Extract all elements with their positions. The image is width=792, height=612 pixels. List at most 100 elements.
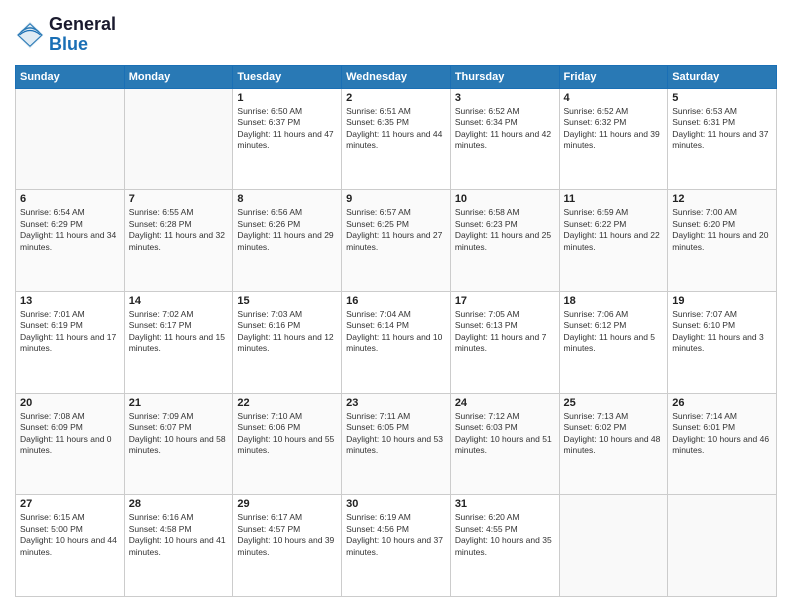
day-number: 21 bbox=[129, 397, 229, 409]
cell-info: Sunrise: 6:54 AM Sunset: 6:29 PM Dayligh… bbox=[20, 207, 120, 253]
calendar-cell: 15 Sunrise: 7:03 AM Sunset: 6:16 PM Dayli… bbox=[233, 291, 342, 393]
calendar-cell: 29 Sunrise: 6:17 AM Sunset: 4:57 PM Dayli… bbox=[233, 495, 342, 597]
weekday-header-row: SundayMondayTuesdayWednesdayThursdayFrid… bbox=[16, 65, 777, 88]
cell-info: Sunrise: 7:01 AM Sunset: 6:19 PM Dayligh… bbox=[20, 309, 120, 355]
cell-info: Sunrise: 6:56 AM Sunset: 6:26 PM Dayligh… bbox=[237, 207, 337, 253]
day-number: 14 bbox=[129, 295, 229, 307]
day-number: 16 bbox=[346, 295, 446, 307]
day-number: 23 bbox=[346, 397, 446, 409]
cell-info: Sunrise: 6:50 AM Sunset: 6:37 PM Dayligh… bbox=[237, 106, 337, 152]
day-number: 15 bbox=[237, 295, 337, 307]
logo-text: General Blue bbox=[49, 15, 116, 55]
cell-info: Sunrise: 7:13 AM Sunset: 6:02 PM Dayligh… bbox=[564, 411, 664, 457]
cell-info: Sunrise: 7:07 AM Sunset: 6:10 PM Dayligh… bbox=[672, 309, 772, 355]
calendar-cell: 1 Sunrise: 6:50 AM Sunset: 6:37 PM Daylig… bbox=[233, 88, 342, 190]
day-number: 7 bbox=[129, 193, 229, 205]
cell-info: Sunrise: 6:52 AM Sunset: 6:34 PM Dayligh… bbox=[455, 106, 555, 152]
cell-info: Sunrise: 6:20 AM Sunset: 4:55 PM Dayligh… bbox=[455, 512, 555, 558]
weekday-header-saturday: Saturday bbox=[668, 65, 777, 88]
day-number: 17 bbox=[455, 295, 555, 307]
calendar-page: General Blue SundayMondayTuesdayWednesda… bbox=[0, 0, 792, 612]
calendar-cell bbox=[668, 495, 777, 597]
calendar-cell bbox=[559, 495, 668, 597]
cell-info: Sunrise: 7:03 AM Sunset: 6:16 PM Dayligh… bbox=[237, 309, 337, 355]
calendar-cell: 4 Sunrise: 6:52 AM Sunset: 6:32 PM Daylig… bbox=[559, 88, 668, 190]
calendar-cell: 10 Sunrise: 6:58 AM Sunset: 6:23 PM Dayli… bbox=[450, 190, 559, 292]
calendar-cell: 2 Sunrise: 6:51 AM Sunset: 6:35 PM Daylig… bbox=[342, 88, 451, 190]
day-number: 9 bbox=[346, 193, 446, 205]
day-number: 1 bbox=[237, 92, 337, 104]
day-number: 5 bbox=[672, 92, 772, 104]
weekday-header-friday: Friday bbox=[559, 65, 668, 88]
day-number: 4 bbox=[564, 92, 664, 104]
calendar-cell: 16 Sunrise: 7:04 AM Sunset: 6:14 PM Dayli… bbox=[342, 291, 451, 393]
calendar-cell: 24 Sunrise: 7:12 AM Sunset: 6:03 PM Dayli… bbox=[450, 393, 559, 495]
cell-info: Sunrise: 7:06 AM Sunset: 6:12 PM Dayligh… bbox=[564, 309, 664, 355]
calendar-week-row: 13Sunrise: 7:01 AM Sunset: 6:19 PM Dayli… bbox=[16, 291, 777, 393]
weekday-header-sunday: Sunday bbox=[16, 65, 125, 88]
day-number: 27 bbox=[20, 498, 120, 510]
cell-info: Sunrise: 7:11 AM Sunset: 6:05 PM Dayligh… bbox=[346, 411, 446, 457]
day-number: 6 bbox=[20, 193, 120, 205]
calendar-week-row: 27 Sunrise: 6:15 AM Sunset: 5:00 PM Dayli… bbox=[16, 495, 777, 597]
cell-info: Sunrise: 7:10 AM Sunset: 6:06 PM Dayligh… bbox=[237, 411, 337, 457]
day-number: 26 bbox=[672, 397, 772, 409]
cell-info: Sunrise: 6:16 AM Sunset: 4:58 PM Dayligh… bbox=[129, 512, 229, 558]
calendar-cell: 21 Sunrise: 7:09 AM Sunset: 6:07 PM Dayli… bbox=[124, 393, 233, 495]
calendar-cell: 13Sunrise: 7:01 AM Sunset: 6:19 PM Dayli… bbox=[16, 291, 125, 393]
calendar-week-row: 1 Sunrise: 6:50 AM Sunset: 6:37 PM Daylig… bbox=[16, 88, 777, 190]
calendar-cell: 19Sunrise: 7:07 AM Sunset: 6:10 PM Dayli… bbox=[668, 291, 777, 393]
calendar-cell: 31 Sunrise: 6:20 AM Sunset: 4:55 PM Dayli… bbox=[450, 495, 559, 597]
day-number: 29 bbox=[237, 498, 337, 510]
weekday-header-tuesday: Tuesday bbox=[233, 65, 342, 88]
calendar-cell: 12Sunrise: 7:00 AM Sunset: 6:20 PM Dayli… bbox=[668, 190, 777, 292]
calendar-week-row: 6 Sunrise: 6:54 AM Sunset: 6:29 PM Daylig… bbox=[16, 190, 777, 292]
calendar-cell: 17 Sunrise: 7:05 AM Sunset: 6:13 PM Dayli… bbox=[450, 291, 559, 393]
calendar-cell: 14 Sunrise: 7:02 AM Sunset: 6:17 PM Dayli… bbox=[124, 291, 233, 393]
day-number: 30 bbox=[346, 498, 446, 510]
calendar-cell: 30 Sunrise: 6:19 AM Sunset: 4:56 PM Dayli… bbox=[342, 495, 451, 597]
calendar-cell: 5 Sunrise: 6:53 AM Sunset: 6:31 PM Daylig… bbox=[668, 88, 777, 190]
weekday-header-wednesday: Wednesday bbox=[342, 65, 451, 88]
cell-info: Sunrise: 6:19 AM Sunset: 4:56 PM Dayligh… bbox=[346, 512, 446, 558]
cell-info: Sunrise: 6:58 AM Sunset: 6:23 PM Dayligh… bbox=[455, 207, 555, 253]
day-number: 10 bbox=[455, 193, 555, 205]
cell-info: Sunrise: 6:51 AM Sunset: 6:35 PM Dayligh… bbox=[346, 106, 446, 152]
cell-info: Sunrise: 7:02 AM Sunset: 6:17 PM Dayligh… bbox=[129, 309, 229, 355]
cell-info: Sunrise: 7:05 AM Sunset: 6:13 PM Dayligh… bbox=[455, 309, 555, 355]
day-number: 24 bbox=[455, 397, 555, 409]
day-number: 8 bbox=[237, 193, 337, 205]
cell-info: Sunrise: 7:12 AM Sunset: 6:03 PM Dayligh… bbox=[455, 411, 555, 457]
calendar-table: SundayMondayTuesdayWednesdayThursdayFrid… bbox=[15, 65, 777, 597]
calendar-cell: 27 Sunrise: 6:15 AM Sunset: 5:00 PM Dayli… bbox=[16, 495, 125, 597]
day-number: 31 bbox=[455, 498, 555, 510]
calendar-cell: 26 Sunrise: 7:14 AM Sunset: 6:01 PM Dayli… bbox=[668, 393, 777, 495]
logo: General Blue bbox=[15, 15, 116, 55]
calendar-cell: 18Sunrise: 7:06 AM Sunset: 6:12 PM Dayli… bbox=[559, 291, 668, 393]
calendar-cell: 6 Sunrise: 6:54 AM Sunset: 6:29 PM Daylig… bbox=[16, 190, 125, 292]
day-number: 2 bbox=[346, 92, 446, 104]
cell-info: Sunrise: 6:59 AM Sunset: 6:22 PM Dayligh… bbox=[564, 207, 664, 253]
day-number: 20 bbox=[20, 397, 120, 409]
cell-info: Sunrise: 7:08 AM Sunset: 6:09 PM Dayligh… bbox=[20, 411, 120, 457]
calendar-cell: 7 Sunrise: 6:55 AM Sunset: 6:28 PM Daylig… bbox=[124, 190, 233, 292]
cell-info: Sunrise: 7:09 AM Sunset: 6:07 PM Dayligh… bbox=[129, 411, 229, 457]
logo-icon bbox=[15, 20, 45, 50]
calendar-week-row: 20 Sunrise: 7:08 AM Sunset: 6:09 PM Dayli… bbox=[16, 393, 777, 495]
calendar-cell: 22Sunrise: 7:10 AM Sunset: 6:06 PM Dayli… bbox=[233, 393, 342, 495]
cell-info: Sunrise: 7:14 AM Sunset: 6:01 PM Dayligh… bbox=[672, 411, 772, 457]
cell-info: Sunrise: 6:15 AM Sunset: 5:00 PM Dayligh… bbox=[20, 512, 120, 558]
calendar-cell: 8 Sunrise: 6:56 AM Sunset: 6:26 PM Daylig… bbox=[233, 190, 342, 292]
calendar-cell: 25 Sunrise: 7:13 AM Sunset: 6:02 PM Dayli… bbox=[559, 393, 668, 495]
calendar-cell bbox=[124, 88, 233, 190]
cell-info: Sunrise: 6:52 AM Sunset: 6:32 PM Dayligh… bbox=[564, 106, 664, 152]
cell-info: Sunrise: 6:53 AM Sunset: 6:31 PM Dayligh… bbox=[672, 106, 772, 152]
calendar-cell: 23 Sunrise: 7:11 AM Sunset: 6:05 PM Dayli… bbox=[342, 393, 451, 495]
day-number: 25 bbox=[564, 397, 664, 409]
cell-info: Sunrise: 6:55 AM Sunset: 6:28 PM Dayligh… bbox=[129, 207, 229, 253]
cell-info: Sunrise: 7:04 AM Sunset: 6:14 PM Dayligh… bbox=[346, 309, 446, 355]
calendar-cell: 3 Sunrise: 6:52 AM Sunset: 6:34 PM Daylig… bbox=[450, 88, 559, 190]
day-number: 3 bbox=[455, 92, 555, 104]
cell-info: Sunrise: 6:17 AM Sunset: 4:57 PM Dayligh… bbox=[237, 512, 337, 558]
weekday-header-monday: Monday bbox=[124, 65, 233, 88]
